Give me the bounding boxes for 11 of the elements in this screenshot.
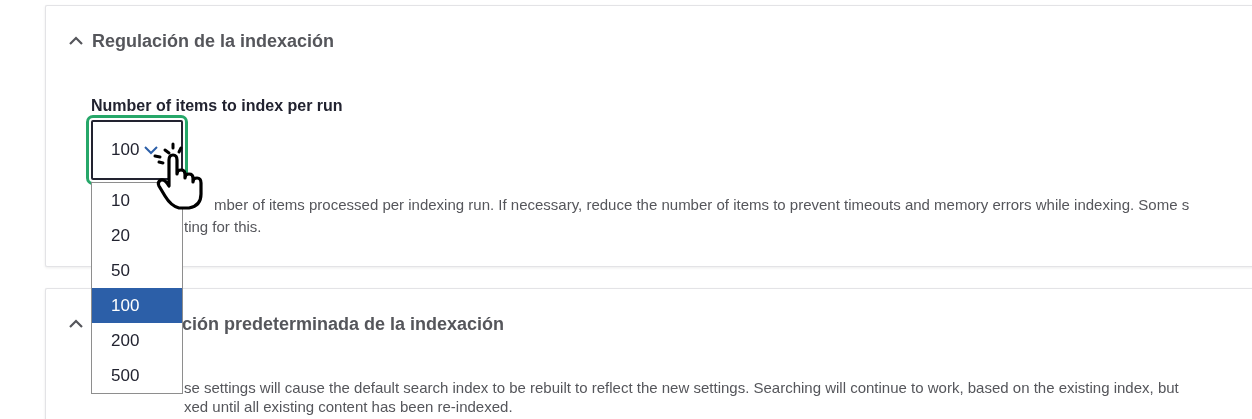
description-text: se settings will cause the default search index to be rebuilt to reflect the new settings. Searching will continue to work, based on the existing index, but <box>184 378 1180 397</box>
description-text: ting for this. <box>184 217 263 237</box>
chevron-up-icon[interactable] <box>68 36 84 46</box>
description-text: xed until all existing content has been re-indexed. <box>184 397 514 416</box>
section-title[interactable]: Regulación de la indexación <box>92 30 335 52</box>
dropdown-option[interactable]: 100 <box>92 288 182 323</box>
field-label: Number of items to index per run <box>91 97 344 115</box>
section-title[interactable]: ción predeterminada de la indexación <box>182 313 505 335</box>
description-text: mber of items processed per indexing run. If necessary, reduce the number of items to prevent timeouts and memory errors while indexing. Some s <box>214 195 1191 215</box>
chevron-up-icon[interactable] <box>68 319 84 329</box>
caret-icon <box>144 145 159 155</box>
